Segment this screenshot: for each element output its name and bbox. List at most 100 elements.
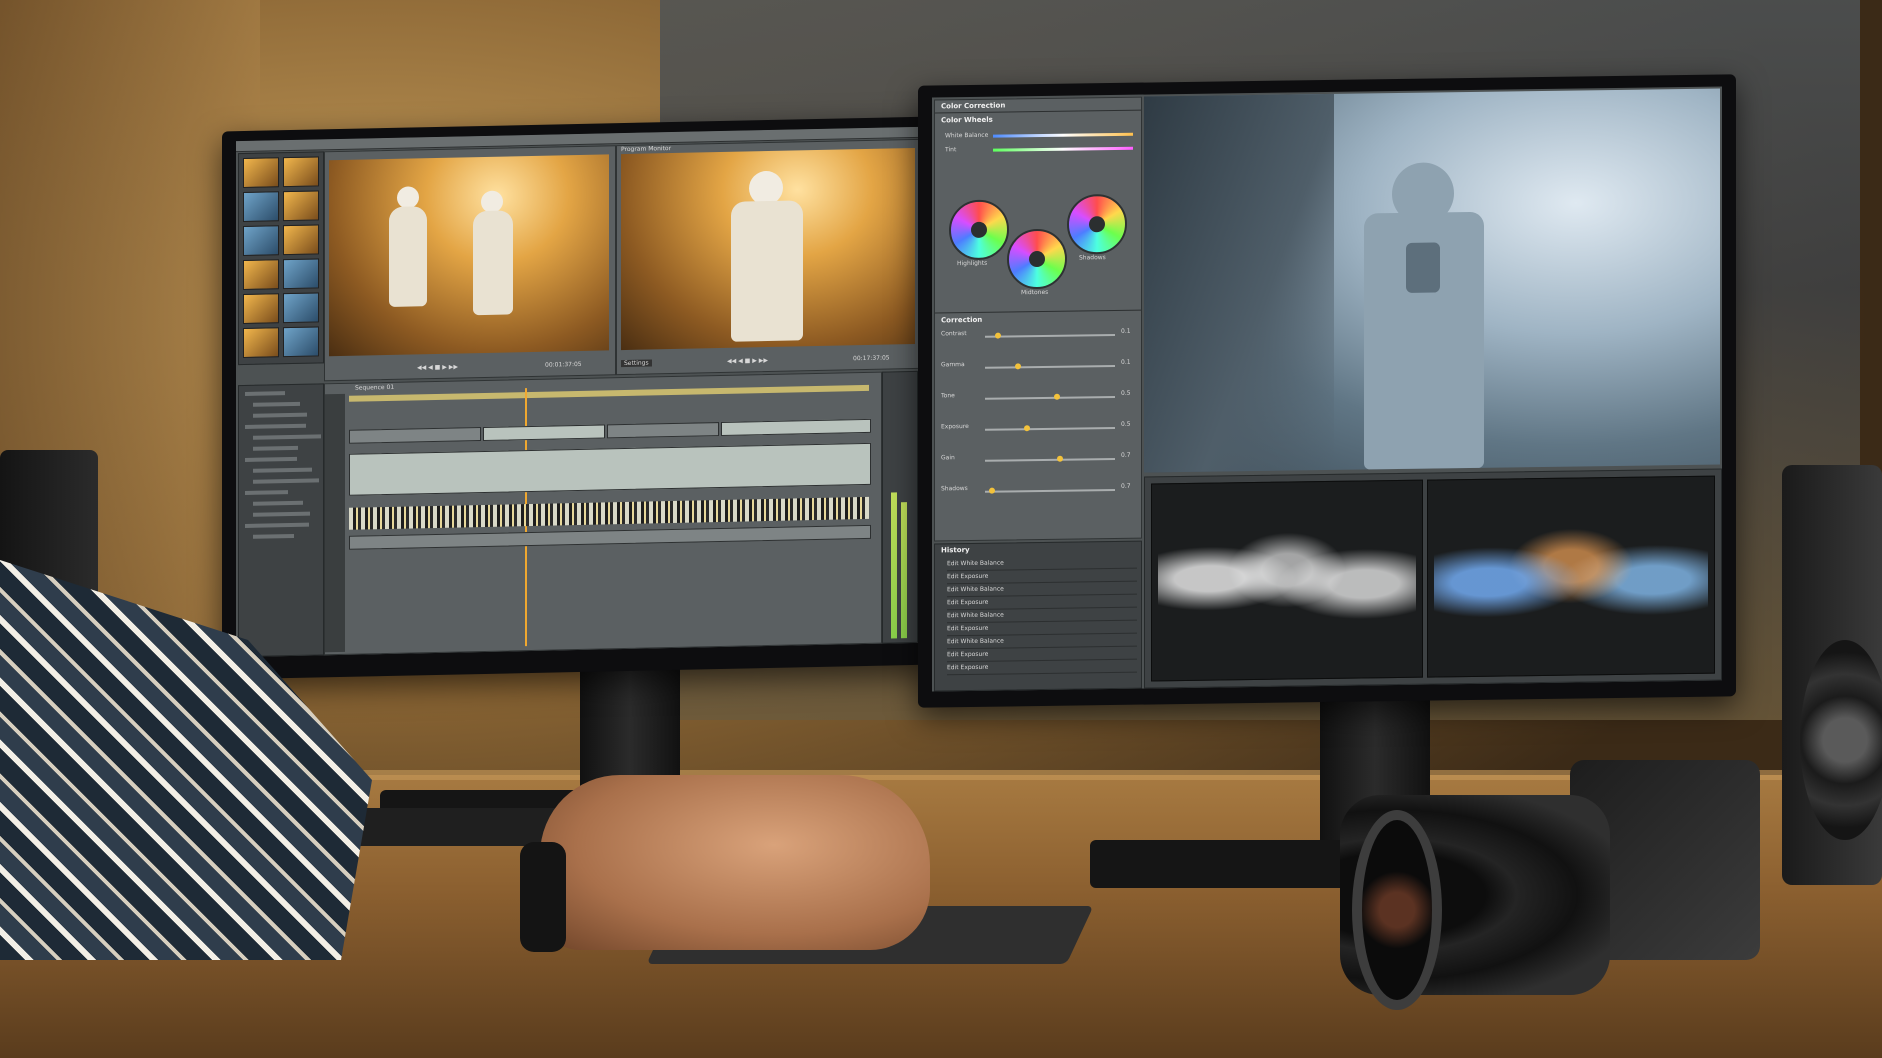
slider-track[interactable] (985, 395, 1115, 400)
tree-item[interactable] (245, 456, 297, 462)
midtones-color-wheel[interactable] (1007, 228, 1067, 290)
tree-item[interactable] (245, 522, 309, 528)
timeline-clip[interactable] (607, 422, 719, 439)
history-panel: History Edit White Balance Edit Exposure E… (934, 540, 1142, 692)
shadows-color-wheel[interactable] (1067, 193, 1127, 255)
highlights-color-wheel[interactable] (949, 199, 1009, 261)
astronaut-figure (389, 206, 427, 307)
slider-track[interactable] (985, 457, 1115, 462)
track-headers (325, 393, 345, 653)
clip-thumbnail[interactable] (283, 292, 319, 324)
timeline-clip[interactable] (349, 524, 871, 550)
tree-item[interactable] (245, 423, 306, 429)
camera-lens-front (1352, 810, 1442, 1010)
correction-slider-row: Contrast 0.1 (935, 326, 1141, 349)
correction-slider-row: Shadows 0.7 (935, 481, 1141, 504)
slider-track[interactable] (985, 426, 1115, 431)
source-transport-controls[interactable]: ◀◀ ◀ ■ ▶ ▶▶ (417, 364, 458, 372)
timeline-panel: Sequence 01 (324, 371, 882, 656)
tree-item[interactable] (253, 401, 300, 407)
timeline-clip[interactable] (721, 418, 871, 437)
history-list: Edit White Balance Edit Exposure Edit Whit… (947, 555, 1137, 676)
project-bin (238, 151, 324, 366)
project-tree (238, 383, 324, 658)
tree-item[interactable] (245, 391, 285, 396)
audio-track[interactable] (349, 496, 869, 530)
history-item[interactable]: Edit Exposure (947, 659, 1137, 676)
tint-slider[interactable] (993, 146, 1133, 152)
slider-knob[interactable] (995, 332, 1001, 339)
clip-thumbnail[interactable] (243, 157, 279, 189)
rgb-parade-scope (1427, 475, 1715, 678)
waveform-trace (1158, 500, 1416, 655)
waveform-scope (1151, 479, 1423, 682)
tree-item[interactable] (253, 412, 307, 418)
timeline-clip[interactable] (349, 442, 871, 496)
program-transport-controls[interactable]: ◀◀ ◀ ■ ▶ ▶▶ (727, 357, 768, 365)
clip-thumbnail[interactable] (243, 191, 279, 223)
astronaut-figure (731, 200, 803, 342)
tree-item[interactable] (253, 533, 294, 539)
slider-knob[interactable] (1057, 455, 1064, 462)
clip-thumbnail[interactable] (243, 259, 279, 291)
correction-slider-row: Gain 0.7 (935, 450, 1141, 473)
rgb-parade-trace (1434, 496, 1708, 651)
tree-item[interactable] (253, 478, 319, 484)
slider-label: Tone (941, 392, 955, 400)
slider-knob[interactable] (1014, 363, 1021, 370)
program-viewer-title: Program Monitor (621, 145, 672, 154)
program-viewer: Program Monitor Settings ◀◀ ◀ ■ ▶ ▶▶ 00:… (616, 138, 920, 376)
tint-label: Tint (945, 146, 957, 154)
tree-item[interactable] (253, 445, 298, 451)
divider (935, 109, 1141, 114)
program-video-frame (621, 147, 915, 351)
left-screen: ◀◀ ◀ ■ ▶ ▶▶ 00:01:37:05 Program Monitor … (236, 126, 920, 658)
clip-thumbnail[interactable] (283, 258, 319, 290)
tree-item[interactable] (253, 467, 312, 473)
slider-value: 0.7 (1121, 451, 1131, 459)
tree-item[interactable] (245, 490, 288, 495)
program-timecode: 00:17:37:05 (853, 354, 890, 363)
clip-thumbnail[interactable] (283, 224, 319, 256)
settings-button[interactable]: Settings (621, 359, 652, 368)
astronaut-figure (473, 210, 513, 316)
slider-knob[interactable] (988, 487, 995, 494)
left-monitor: ◀◀ ◀ ■ ▶ ▶▶ 00:01:37:05 Program Monitor … (222, 116, 934, 680)
source-viewer: ◀◀ ◀ ■ ▶ ▶▶ 00:01:37:05 (324, 145, 616, 382)
timeline-clip[interactable] (483, 424, 605, 441)
correction-slider-row: Exposure 0.5 (935, 419, 1141, 442)
tree-item[interactable] (253, 511, 310, 517)
timeline-ruler (349, 384, 869, 402)
source-timecode: 00:01:37:05 (545, 360, 582, 369)
correction-sliders: Contrast 0.1 Gamma 0.1 Tone 0.5 Exposure 0.5 Gai… (935, 326, 1141, 529)
clip-thumbnail[interactable] (243, 293, 279, 325)
slider-knob[interactable] (1023, 425, 1030, 432)
audio-meters (882, 370, 918, 644)
slider-label: Contrast (941, 330, 967, 338)
slider-track[interactable] (985, 488, 1115, 493)
clip-thumbnail[interactable] (283, 326, 319, 358)
slider-label: Gamma (941, 361, 965, 369)
clip-thumbnail[interactable] (243, 225, 279, 257)
clip-thumbnail[interactable] (243, 327, 279, 359)
color-wheels-heading: Color Wheels (941, 115, 993, 125)
slider-track[interactable] (985, 333, 1115, 338)
slider-knob[interactable] (1053, 393, 1060, 400)
clip-thumbnail[interactable] (283, 156, 319, 188)
clip-thumbnail[interactable] (283, 190, 319, 222)
slider-label: Exposure (941, 423, 969, 431)
color-preview-frame (1144, 88, 1720, 473)
correction-slider-row: Tone 0.5 (935, 388, 1141, 411)
audio-meter-left (891, 492, 897, 639)
tree-rows (239, 384, 323, 545)
slider-label: Shadows (941, 485, 968, 493)
rock-cliff (1144, 93, 1334, 473)
white-balance-label: White Balance (945, 131, 989, 140)
slider-track[interactable] (985, 364, 1115, 369)
slider-value: 0.7 (1121, 482, 1131, 490)
timeline-clip[interactable] (349, 427, 481, 444)
tree-item[interactable] (253, 434, 321, 440)
tree-item[interactable] (253, 500, 303, 506)
correction-heading: Correction (941, 315, 983, 325)
white-balance-slider[interactable] (993, 132, 1133, 138)
